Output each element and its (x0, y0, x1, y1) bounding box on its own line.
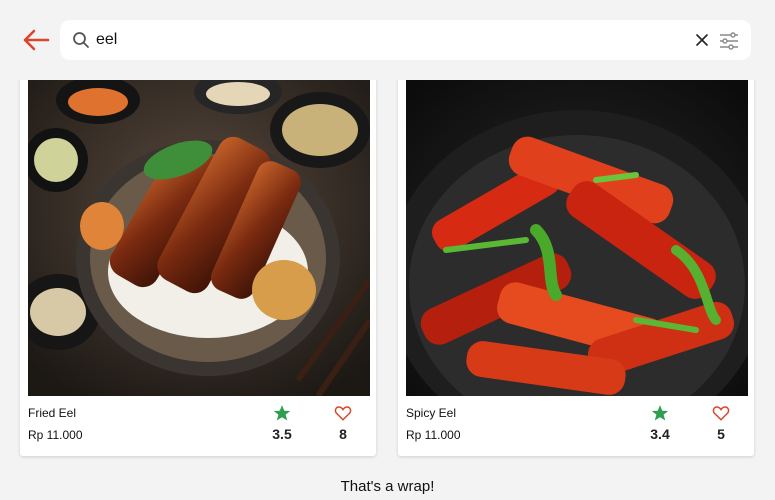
search-input[interactable] (96, 28, 676, 52)
likes-count: 5 (717, 426, 725, 442)
filter-sliders-icon[interactable] (718, 30, 740, 52)
rating-value: 3.5 (272, 426, 292, 442)
result-card-fried-eel[interactable]: Fried Eel Rp 11.000 3.5 8 (20, 60, 376, 456)
heart-outline-icon (334, 406, 352, 421)
star-icon (651, 405, 669, 421)
rating: 3.5 (266, 404, 298, 442)
rating-value: 3.4 (650, 426, 670, 442)
item-price: Rp 11.000 (28, 428, 83, 442)
back-button[interactable] (20, 24, 52, 56)
food-image-fried-eel (28, 80, 370, 396)
food-image-spicy-eel (406, 80, 748, 396)
top-bar (0, 0, 775, 80)
likes-count: 8 (339, 426, 347, 442)
item-name: Spicy Eel (406, 406, 457, 420)
rating: 3.4 (644, 404, 676, 442)
item-price: Rp 11.000 (406, 428, 461, 442)
like-button[interactable]: 8 (328, 404, 358, 442)
clear-search-button[interactable] (694, 32, 710, 48)
arrow-left-icon (23, 29, 50, 51)
result-card-spicy-eel[interactable]: Spicy Eel Rp 11.000 3.4 5 (398, 60, 754, 456)
heart-outline-icon (712, 406, 730, 421)
star-icon (273, 405, 291, 421)
close-icon (696, 34, 708, 46)
search-bar (60, 20, 751, 60)
item-name: Fried Eel (28, 406, 77, 420)
end-of-results-text: That's a wrap! (340, 478, 435, 495)
like-button[interactable]: 5 (706, 404, 736, 442)
search-icon (73, 32, 89, 48)
